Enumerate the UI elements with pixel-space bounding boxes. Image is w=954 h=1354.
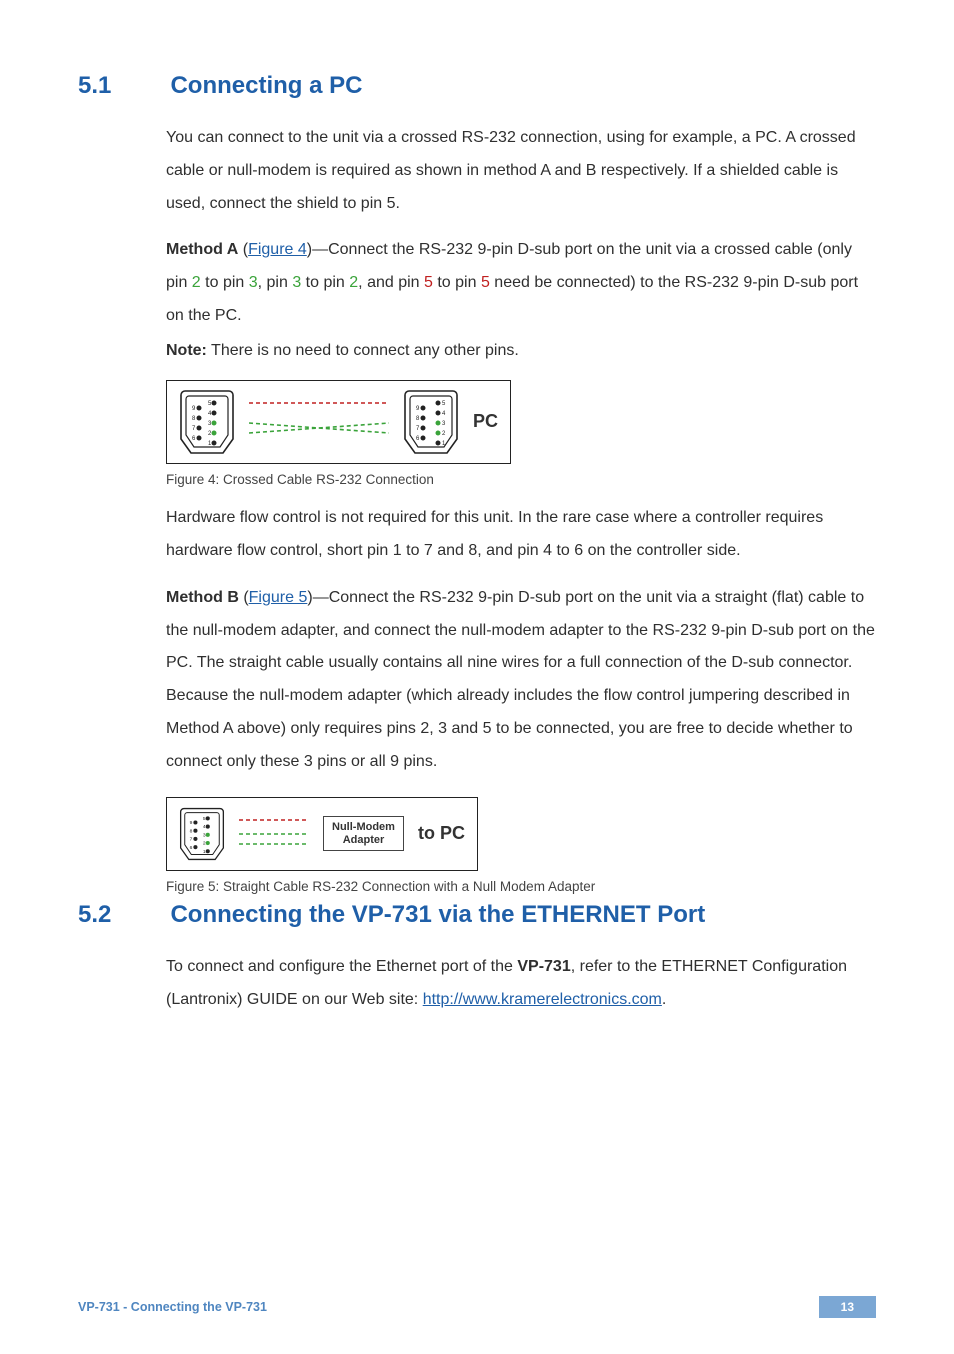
svg-text:7: 7 — [416, 426, 420, 432]
paragraph: You can connect to the unit via a crosse… — [166, 122, 876, 220]
db9-connector-right-icon: 5 4 3 2 1 9 8 7 6 — [403, 389, 459, 455]
section-title: Connecting the VP-731 via the ETHERNET P… — [170, 901, 705, 929]
straight-cable-icon — [239, 806, 309, 862]
pin-5: 5 — [424, 274, 433, 291]
db9-connector-icon: 5 4 3 2 1 9 8 7 6 — [179, 806, 225, 862]
svg-text:5: 5 — [208, 401, 212, 407]
crossed-cable-icon — [249, 389, 389, 455]
svg-text:9: 9 — [190, 820, 193, 826]
method-b-label: Method B — [166, 589, 239, 606]
svg-text:7: 7 — [190, 836, 193, 842]
figure-5-caption: Figure 5: Straight Cable RS-232 Connecti… — [166, 878, 876, 896]
svg-text:4: 4 — [203, 824, 206, 830]
product-name: VP-731 — [517, 958, 570, 975]
to-pc-label: to PC — [418, 823, 465, 844]
svg-text:4: 4 — [442, 411, 446, 417]
page-footer: VP-731 - Connecting the VP-731 13 — [78, 1296, 876, 1318]
svg-text:3: 3 — [203, 832, 206, 838]
svg-text:8: 8 — [416, 416, 420, 422]
t: )—Connect the RS-232 9-pin D-sub port on… — [166, 589, 875, 770]
svg-text:2: 2 — [203, 840, 206, 846]
null-modem-adapter-box: Null-Modem Adapter — [323, 816, 404, 850]
pin-2: 2 — [349, 274, 358, 291]
t: ( — [239, 589, 249, 606]
t: ( — [238, 241, 248, 258]
section-number: 5.2 — [78, 901, 166, 929]
pin-3: 3 — [249, 274, 258, 291]
pin-5: 5 — [481, 274, 490, 291]
section-number: 5.1 — [78, 72, 166, 100]
figure-5: 5 4 3 2 1 9 8 7 6 Null-Modem Adapter to PC — [166, 797, 478, 871]
svg-text:3: 3 — [208, 421, 212, 427]
nm-line2: Adapter — [332, 834, 395, 846]
footer-breadcrumb: VP-731 - Connecting the VP-731 — [78, 1300, 267, 1314]
svg-text:1: 1 — [203, 848, 206, 854]
paragraph-method-a: Method A (Figure 4)—Connect the RS-232 9… — [166, 234, 876, 332]
svg-text:8: 8 — [190, 828, 193, 834]
paragraph-method-b: Method B (Figure 5)—Connect the RS-232 9… — [166, 582, 876, 779]
svg-text:6: 6 — [192, 436, 196, 442]
kramer-website-link[interactable]: http://www.kramerelectronics.com — [423, 991, 662, 1008]
svg-text:1: 1 — [208, 441, 212, 447]
t: to pin — [201, 274, 249, 291]
section-title: Connecting a PC — [170, 72, 362, 100]
t: to pin — [301, 274, 349, 291]
t: To connect and configure the Ethernet po… — [166, 958, 517, 975]
t: to pin — [433, 274, 481, 291]
svg-text:6: 6 — [190, 844, 193, 850]
page-number: 13 — [819, 1296, 876, 1318]
pin-3: 3 — [292, 274, 301, 291]
svg-text:5: 5 — [442, 401, 446, 407]
nm-line1: Null-Modem — [332, 821, 395, 833]
figure-4-link[interactable]: Figure 4 — [248, 241, 307, 258]
svg-text:4: 4 — [208, 411, 212, 417]
svg-text:8: 8 — [192, 416, 196, 422]
figure-4: 5 4 3 2 1 9 8 7 6 5 — [166, 380, 511, 464]
pin-2: 2 — [192, 274, 201, 291]
db9-connector-left-icon: 5 4 3 2 1 9 8 7 6 — [179, 389, 235, 455]
method-a-label: Method A — [166, 241, 238, 258]
t: , and pin — [358, 274, 424, 291]
svg-text:6: 6 — [416, 436, 420, 442]
paragraph: To connect and configure the Ethernet po… — [166, 951, 876, 1017]
figure-4-caption: Figure 4: Crossed Cable RS-232 Connectio… — [166, 471, 876, 489]
paragraph: Hardware flow control is not required fo… — [166, 502, 876, 568]
svg-text:3: 3 — [442, 421, 446, 427]
pc-label: PC — [473, 411, 498, 432]
svg-text:9: 9 — [192, 406, 196, 412]
section-header: 5.1 Connecting a PC — [78, 70, 876, 100]
note-line: Note: There is no need to connect any ot… — [166, 335, 876, 368]
svg-text:9: 9 — [416, 406, 420, 412]
svg-text:2: 2 — [442, 431, 446, 437]
svg-text:5: 5 — [203, 816, 206, 822]
svg-text:2: 2 — [208, 431, 212, 437]
figure-5-link[interactable]: Figure 5 — [249, 589, 308, 606]
section-header: 5.2 Connecting the VP-731 via the ETHERN… — [78, 895, 876, 929]
note-label: Note: — [166, 342, 207, 359]
t: , pin — [258, 274, 293, 291]
svg-text:7: 7 — [192, 426, 196, 432]
t: . — [662, 991, 666, 1008]
note-text: There is no need to connect any other pi… — [207, 342, 519, 359]
